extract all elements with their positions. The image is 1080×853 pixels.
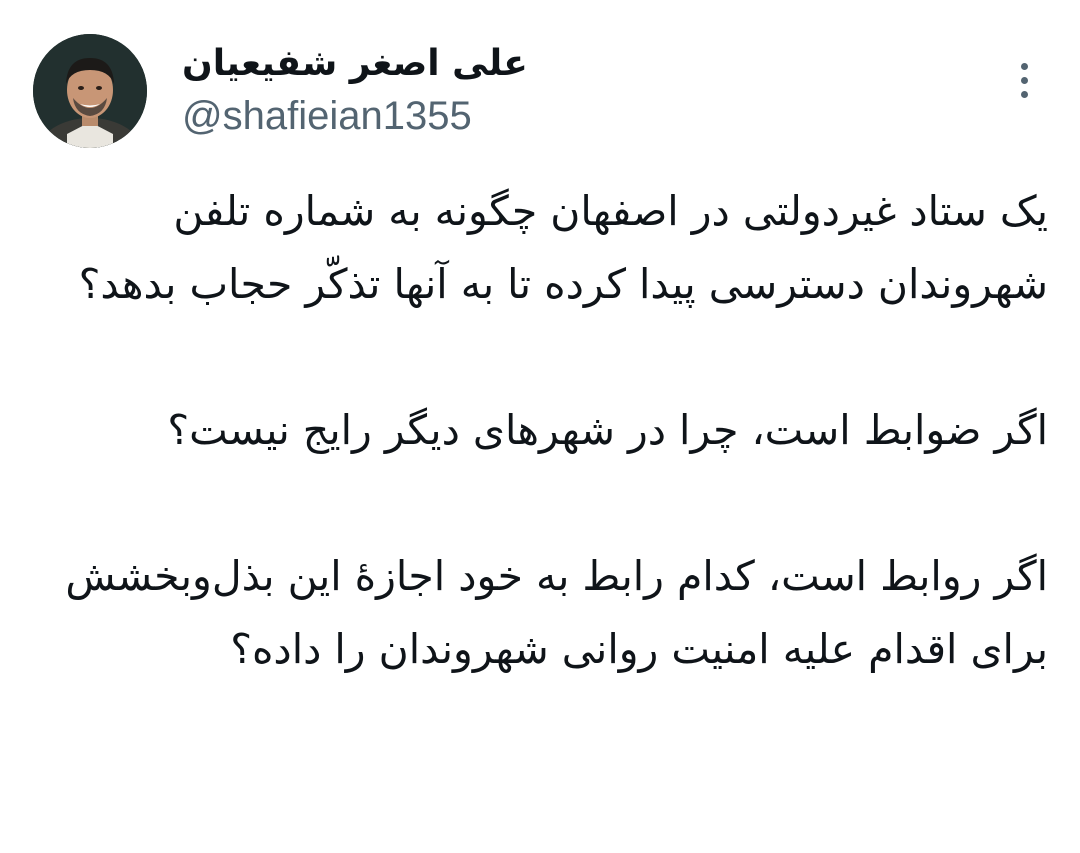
tweet-paragraph: اگر ضوابط است، چرا در شهرهای دیگر رایج ن… bbox=[167, 406, 1048, 454]
display-name[interactable]: علی اصغر شفیعیان bbox=[182, 40, 528, 88]
more-vertical-icon bbox=[1020, 62, 1028, 70]
tweet-paragraph: اگر روابط است، کدام رابط به خود اجازهٔ ا… bbox=[65, 552, 1048, 673]
avatar[interactable] bbox=[33, 34, 147, 148]
tweet-paragraph: یک ستاد غیردولتی در اصفهان چگونه به شمار… bbox=[78, 187, 1048, 308]
more-options-button[interactable] bbox=[1002, 56, 1046, 104]
profile-photo-icon bbox=[33, 34, 147, 148]
more-vertical-icon-dot bbox=[1020, 76, 1028, 84]
tweet-header: علی اصغر شفیعیان @shafieian1355 bbox=[0, 0, 1080, 160]
more-vertical-icon-dot bbox=[1020, 90, 1028, 98]
tweet-text: یک ستاد غیردولتی در اصفهان چگونه به شمار… bbox=[40, 175, 1048, 686]
author-names: علی اصغر شفیعیان @shafieian1355 bbox=[182, 40, 528, 140]
username-handle[interactable]: @shafieian1355 bbox=[182, 92, 528, 140]
